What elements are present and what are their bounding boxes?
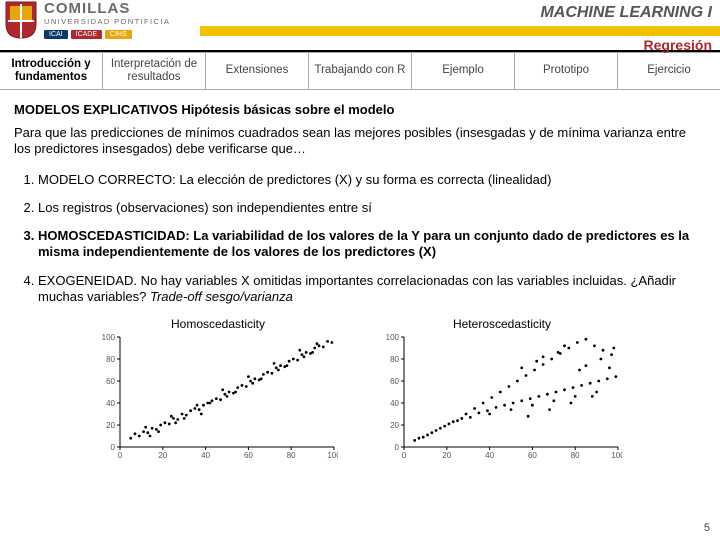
svg-text:60: 60 (244, 451, 253, 460)
tab-5[interactable]: Prototipo (515, 53, 618, 89)
accent-bar (200, 26, 720, 36)
course-title: MACHINE LEARNING I (540, 4, 712, 22)
svg-text:20: 20 (106, 421, 115, 430)
svg-text:100: 100 (327, 451, 338, 460)
pill-icai: ICAI (44, 30, 68, 39)
charts-row: Homoscedasticity 0 20 40 60 80 100 0 20 40 60 80 100… (14, 317, 706, 463)
crest-icon (4, 0, 38, 40)
assumption-2: Los registros (observaciones) son indepe… (38, 200, 706, 216)
svg-text:0: 0 (118, 451, 123, 460)
slide-heading: MODELOS EXPLICATIVOS Hipótesis básicas s… (14, 102, 706, 117)
section-title: Regresión (644, 37, 712, 53)
tab-4[interactable]: Ejemplo (412, 53, 515, 89)
tab-6[interactable]: Ejercicio (618, 53, 720, 89)
chart-homoscedasticity: Homoscedasticity 0 20 40 60 80 100 0 20 40 60 80 100 (88, 317, 348, 463)
page-number: 5 (704, 522, 710, 534)
slide-intro: Para que las predicciones de mínimos cua… (14, 125, 706, 158)
svg-text:80: 80 (106, 355, 115, 364)
svg-text:100: 100 (611, 451, 622, 460)
tab-1[interactable]: Interpretación de resultados (103, 53, 206, 89)
svg-text:60: 60 (528, 451, 537, 460)
chart-title: Homoscedasticity (88, 317, 348, 331)
svg-text:80: 80 (390, 355, 399, 364)
svg-text:20: 20 (390, 421, 399, 430)
svg-text:100: 100 (102, 333, 116, 342)
assumption-list: MODELO CORRECTO: La elección de predicto… (14, 172, 706, 306)
svg-text:0: 0 (395, 443, 400, 452)
assumption-3: HOMOSCEDASTICIDAD: La variabilidad de lo… (38, 228, 706, 261)
chart-heteroscedasticity: Heteroscedasticity 0 20 40 60 80 100 0 20 40 60 80 1… (372, 317, 632, 463)
svg-text:20: 20 (158, 451, 167, 460)
pill-cihs: CIHS (105, 30, 132, 39)
svg-text:0: 0 (111, 443, 116, 452)
assumption-4: EXOGENEIDAD. No hay variables X omitidas… (38, 273, 706, 306)
nav-tabs: Introducción y fundamentosInterpretación… (0, 52, 720, 90)
assumption-1: MODELO CORRECTO: La elección de predicto… (38, 172, 706, 188)
tab-2[interactable]: Extensiones (206, 53, 309, 89)
slide-body: MODELOS EXPLICATIVOS Hipótesis básicas s… (0, 90, 720, 463)
svg-text:40: 40 (106, 399, 115, 408)
svg-text:40: 40 (390, 399, 399, 408)
svg-text:100: 100 (386, 333, 400, 342)
svg-text:80: 80 (571, 451, 580, 460)
svg-text:0: 0 (402, 451, 407, 460)
svg-text:40: 40 (485, 451, 494, 460)
svg-text:80: 80 (287, 451, 296, 460)
brand-main: COMILLAS (44, 1, 170, 16)
tab-0[interactable]: Introducción y fundamentos (0, 53, 103, 89)
brand-pills: ICAI ICADE CIHS (44, 30, 170, 39)
university-logo: COMILLAS UNIVERSIDAD PONTIFICIA ICAI ICA… (0, 0, 170, 40)
slide-header: COMILLAS UNIVERSIDAD PONTIFICIA ICAI ICA… (0, 0, 720, 52)
brand-sub: UNIVERSIDAD PONTIFICIA (44, 18, 170, 26)
svg-text:40: 40 (201, 451, 210, 460)
svg-text:60: 60 (106, 377, 115, 386)
svg-text:20: 20 (442, 451, 451, 460)
pill-icade: ICADE (71, 30, 102, 39)
chart-title: Heteroscedasticity (372, 317, 632, 331)
tab-3[interactable]: Trabajando con R (309, 53, 412, 89)
svg-text:60: 60 (390, 377, 399, 386)
